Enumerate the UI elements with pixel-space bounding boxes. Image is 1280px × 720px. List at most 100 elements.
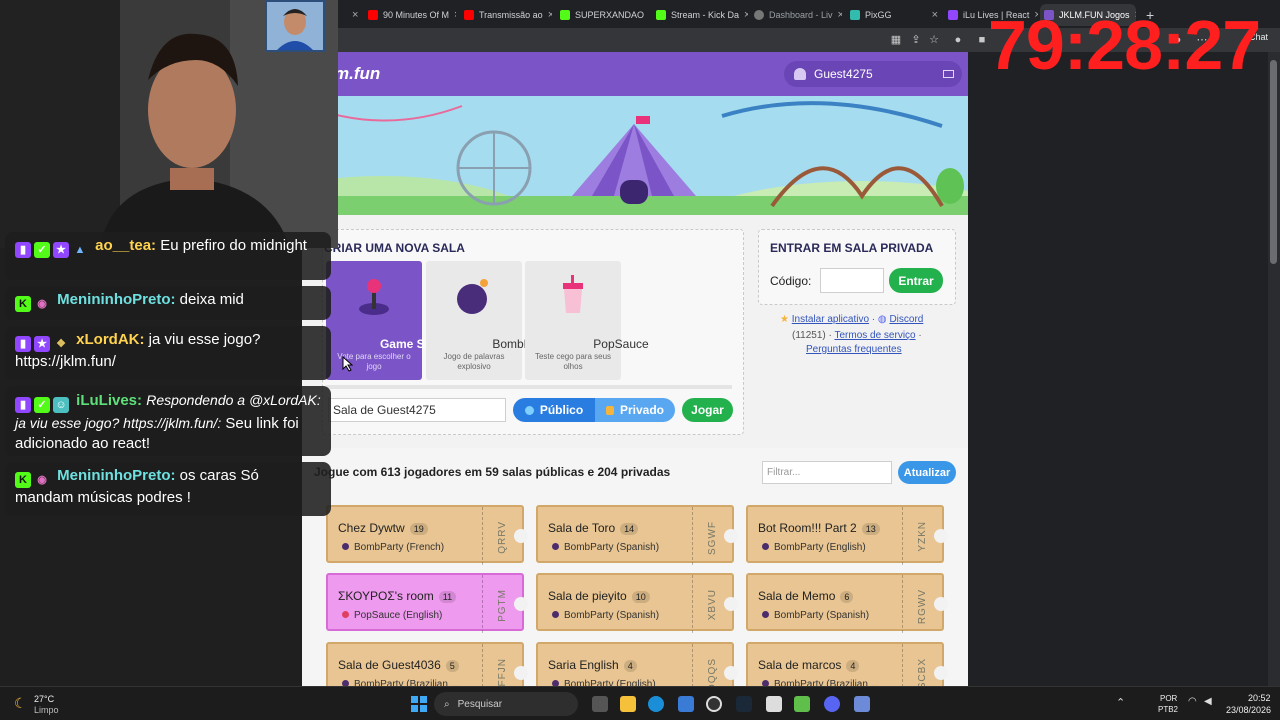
globe-icon — [524, 405, 534, 415]
notion-icon[interactable] — [766, 696, 782, 712]
play-button[interactable]: Jogar — [682, 398, 733, 422]
user-menu[interactable]: Guest4275 — [784, 61, 962, 87]
streamer-avatar — [265, 0, 325, 52]
tab-kick-2[interactable]: Stream - Kick Da × — [652, 4, 748, 26]
tab-dashboard[interactable]: Dashboard - Liv × — [750, 4, 842, 26]
share-icon[interactable]: ⇪ — [910, 34, 922, 46]
game-icon — [762, 611, 769, 618]
ticket-notch — [934, 666, 948, 680]
star-icon[interactable]: ☆ — [928, 34, 940, 46]
store-icon[interactable] — [678, 696, 694, 712]
steam-icon[interactable] — [736, 696, 752, 712]
room-code-input[interactable] — [820, 268, 884, 293]
enter-button[interactable]: Entrar — [889, 268, 943, 293]
site-logo[interactable]: m.fun — [334, 64, 380, 84]
weather-desc: Limpo — [34, 705, 59, 715]
chat-message: ▮ ★ ❖ xLordAK: ja viu esse jogo? https://j… — [5, 326, 331, 380]
edge-icon[interactable] — [648, 696, 664, 712]
sword-icon: ✓ — [34, 242, 50, 258]
star-badge-icon: ★ — [53, 242, 69, 258]
robot-icon: ☺ — [53, 397, 69, 413]
filter-input[interactable]: Filtrar... — [762, 461, 892, 484]
taskbar-search[interactable]: ⌕ Pesquisar — [434, 692, 578, 716]
discord-link[interactable]: Discord — [889, 314, 923, 325]
refresh-button[interactable]: Atualizar — [898, 461, 956, 484]
game-list-scrollbar[interactable] — [326, 385, 732, 389]
tab-youtube-1[interactable]: 90 Minutes Of M× — [364, 4, 456, 26]
room-code: RGWV — [917, 589, 928, 625]
room-ticket[interactable]: ΣΚΟΥΡΟΣ's room 11 PopSauce (English) PGTM — [326, 573, 528, 633]
close-icon[interactable]: × — [454, 9, 456, 21]
room-player-count: 4 — [623, 660, 637, 672]
tab-close-partial[interactable]: × — [348, 4, 360, 26]
volume-icon[interactable]: ◀ — [1204, 696, 1212, 707]
room-code: PGTM — [497, 589, 508, 622]
app-icon[interactable] — [794, 696, 810, 712]
private-button[interactable]: Privado — [595, 398, 675, 422]
shield-icon[interactable]: ■ — [976, 34, 988, 46]
scrollbar-thumb[interactable] — [1270, 60, 1277, 264]
install-app-link[interactable]: Instalar aplicativo — [792, 314, 869, 325]
room-ticket[interactable]: Bot Room!!! Part 2 13 BombParty (English) Y… — [746, 505, 948, 565]
room-ticket[interactable]: Chez Dywtw 19 BombParty (French) QRRV — [326, 505, 528, 565]
ilu-icon — [948, 10, 958, 20]
twitch-icon: ▮ — [15, 242, 31, 258]
room-game: PopSauce (English) — [342, 610, 442, 621]
close-icon[interactable]: × — [838, 9, 842, 21]
app-icon-2[interactable] — [854, 696, 870, 712]
room-code: DQQS — [707, 658, 718, 686]
game-card-game-selector[interactable]: Game Selector Vote para escolher o jogo — [326, 261, 464, 380]
clock-time[interactable]: 20:52 — [1248, 693, 1271, 703]
close-icon[interactable]: × — [932, 9, 938, 21]
grid-icon[interactable]: ▦ — [890, 34, 902, 46]
room-ticket[interactable]: Sala de marcos 4 BombParty (Brazilian ... S… — [746, 642, 948, 686]
chevron-up-icon[interactable]: ⌃ — [1116, 696, 1125, 709]
room-player-count: 13 — [861, 523, 880, 535]
room-ticket[interactable]: Sala de pieyito 10 BombParty (Spanish) XBVU — [536, 573, 738, 633]
ticket-notch — [724, 666, 738, 680]
discord-icon[interactable] — [824, 696, 840, 712]
card-icon[interactable] — [943, 70, 954, 78]
room-player-count: 10 — [631, 591, 650, 603]
room-ticket[interactable]: Sala de Guest4036 5 BombParty (Brazilian .… — [326, 642, 528, 686]
obs-icon[interactable] — [706, 696, 722, 712]
task-view-icon[interactable] — [592, 696, 608, 712]
tab-youtube-2[interactable]: Transmissão ao × — [460, 4, 552, 26]
public-button[interactable]: Público — [513, 398, 595, 422]
youtube-icon — [464, 10, 474, 20]
room-ticket[interactable]: Sala de Memo 6 BombParty (Spanish) RGWV — [746, 573, 948, 633]
room-player-count: 6 — [840, 591, 854, 603]
game-card-bombparty[interactable]: BombParty Jogo de palavras explosivo — [426, 261, 552, 380]
ticket-notch — [934, 529, 948, 543]
weather-temp[interactable]: 27°C — [34, 694, 54, 704]
language-code[interactable]: POR — [1160, 694, 1177, 703]
kick-icon: K — [15, 472, 31, 488]
youtube-icon — [368, 10, 378, 20]
ticket-notch — [934, 597, 948, 611]
game-icon — [342, 543, 349, 550]
windows-start-icon[interactable] — [411, 696, 427, 712]
file-explorer-icon[interactable] — [620, 696, 636, 712]
room-game: BombParty (Spanish) — [762, 610, 869, 621]
tab-kick-1[interactable]: SUPERXANDAO× — [556, 4, 648, 26]
room-name-input[interactable]: Sala de Guest4275 — [328, 398, 506, 422]
links-row-1: ★ Instalar aplicativo · ◍ Discord — [780, 314, 924, 325]
room-ticket[interactable]: Saria English 4 BombParty (English) DQQS — [536, 642, 738, 686]
close-icon[interactable]: × — [744, 9, 748, 21]
extension-icon[interactable]: ● — [952, 34, 964, 46]
room-code: XBVU — [707, 589, 718, 621]
room-game: BombParty (French) — [342, 542, 444, 553]
wifi-icon[interactable]: ◠ — [1188, 696, 1197, 707]
game-card-popsauce[interactable]: PopSauce Teste cego para seus olhos — [525, 261, 649, 380]
room-ticket[interactable]: Sala de Toro 14 BombParty (Spanish) SGWF — [536, 505, 738, 565]
close-icon[interactable]: × — [548, 9, 552, 21]
code-label: Código: — [770, 274, 812, 288]
faq-link[interactable]: Perguntas frequentes — [806, 344, 902, 355]
moon-icon: ◉ — [37, 298, 47, 310]
ticket-notch — [724, 597, 738, 611]
site-header: m.fun Guest4275 — [302, 52, 968, 96]
links-row-3: Perguntas frequentes — [806, 344, 902, 355]
tab-pixgg[interactable]: PixGG × — [846, 4, 942, 26]
ticket-notch — [514, 597, 528, 611]
terms-link[interactable]: Termos de serviço — [834, 330, 915, 341]
